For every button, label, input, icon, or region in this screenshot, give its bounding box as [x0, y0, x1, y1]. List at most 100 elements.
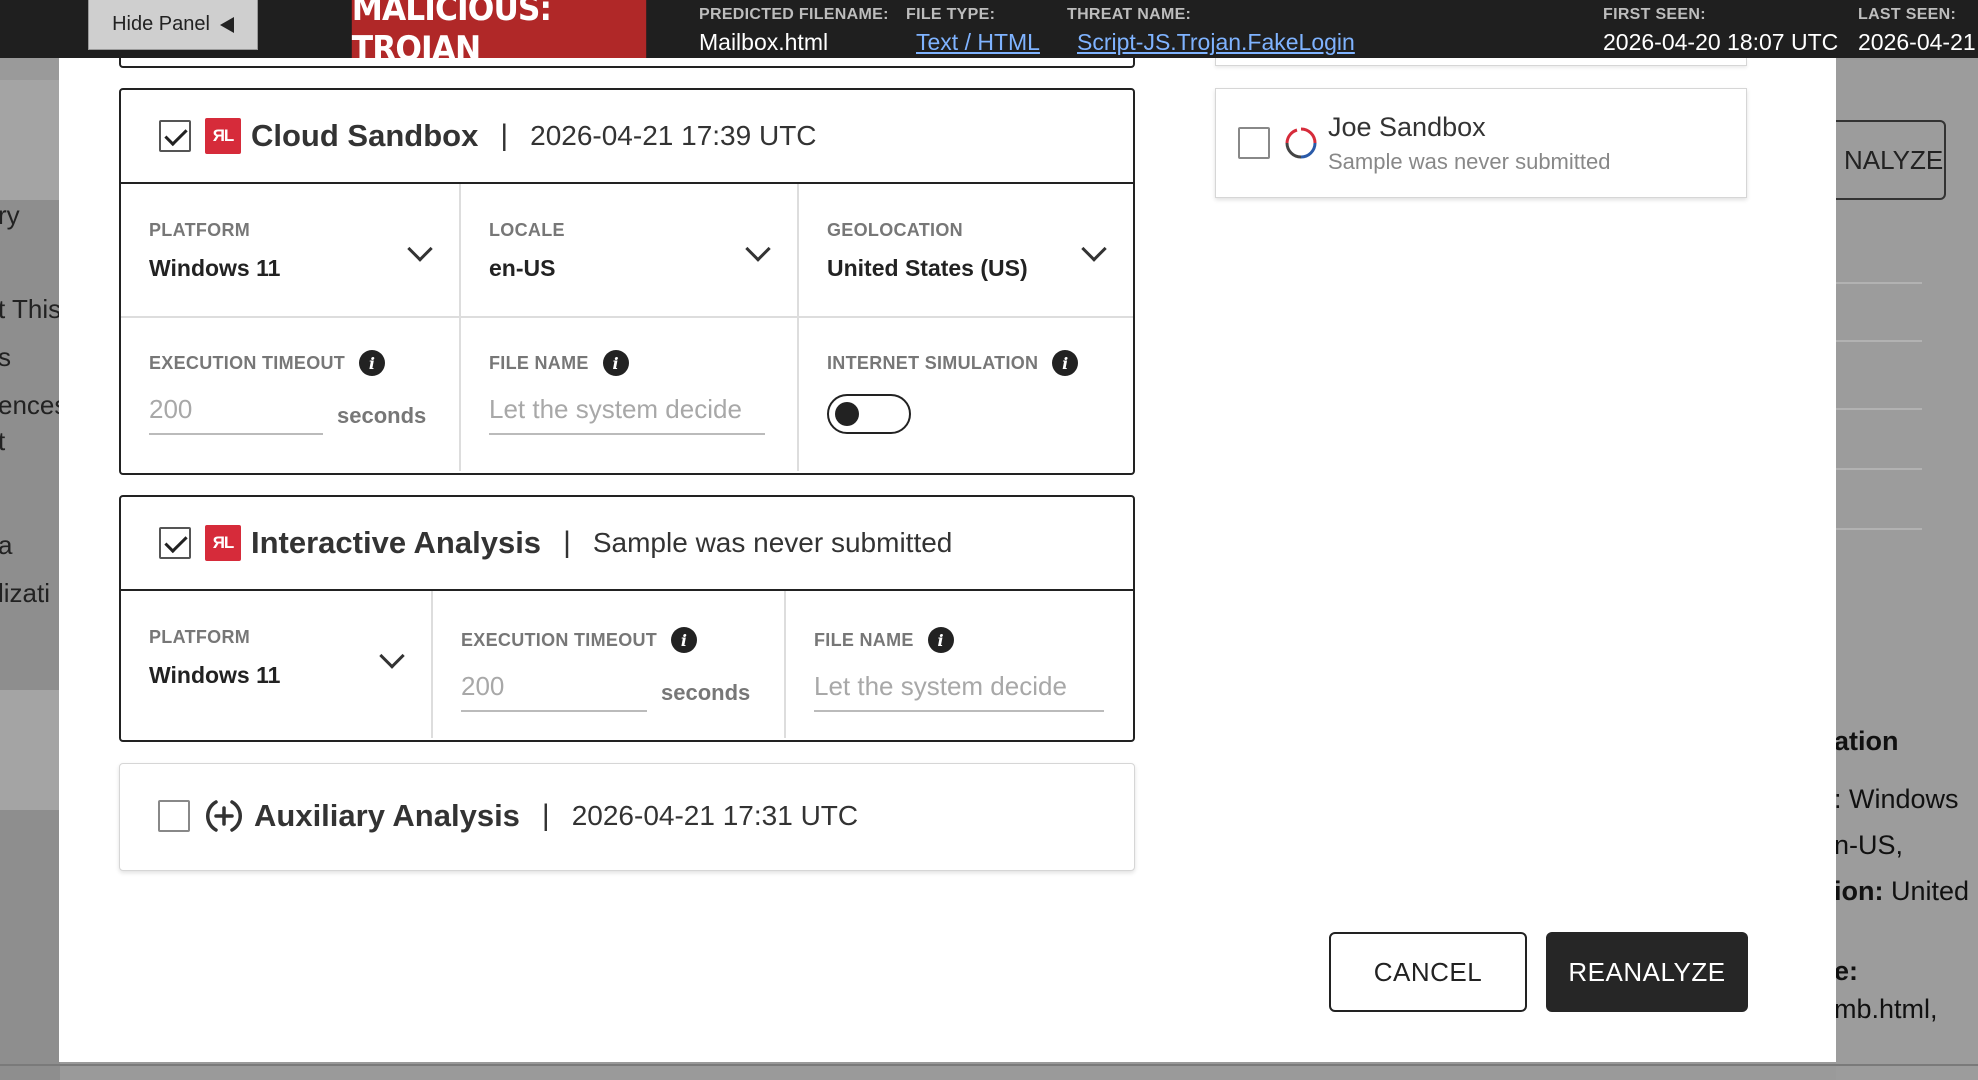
previous-card-edge [1215, 58, 1747, 66]
last-seen-label: LAST SEEN: [1858, 6, 1957, 23]
background-divider [1836, 340, 1922, 342]
info-icon[interactable]: i [671, 627, 698, 653]
info-icon[interactable]: i [602, 350, 629, 376]
cloud-sandbox-title: Cloud Sandbox [251, 118, 479, 153]
file-type-label: FILE TYPE: [906, 6, 996, 23]
joe-sandbox-card: Joe Sandbox Sample was never submitted [1215, 88, 1747, 198]
last-seen: LAST SEEN: 2026-04-21 [1858, 6, 1976, 56]
background-heading: ation [1834, 726, 1899, 756]
verdict-badge: MALICIOUS: TROJAN [351, 0, 647, 69]
background-bold-text: ion: [1834, 876, 1884, 906]
interactive-analysis-checkbox[interactable] [159, 527, 191, 559]
cloud-sandbox-header: ЯL Cloud Sandbox | 2026-04-21 17:39 UTC [121, 90, 1133, 184]
auxiliary-analysis-date: 2026-04-21 17:31 UTC [571, 800, 859, 831]
background-text: ion: United [1834, 876, 1969, 907]
info-icon[interactable]: i [1052, 350, 1079, 376]
interactive-analysis-status: Sample was never submitted [592, 527, 953, 558]
cloud-sandbox-date: 2026-04-21 17:39 UTC [530, 120, 817, 151]
title-separator: | [541, 799, 550, 832]
title-separator: | [500, 119, 509, 152]
timeout-unit: seconds [661, 680, 751, 705]
threat-name: THREAT NAME: Script-JS.Trojan.FakeLogin [1067, 6, 1355, 56]
hide-panel-button[interactable]: Hide Panel [88, 0, 258, 50]
platform-dropdown[interactable]: PLATFORM Windows 11 [121, 184, 459, 316]
reversinglabs-logo-icon: ЯL [205, 118, 241, 154]
triangle-left-icon [219, 16, 234, 33]
interactive-file-name-input[interactable] [814, 667, 1104, 712]
interactive-execution-timeout-field: EXECUTION TIMEOUT i seconds [431, 591, 784, 738]
cloud-sandbox-checkbox[interactable] [159, 120, 191, 152]
first-seen: FIRST SEEN: 2026-04-20 18:07 UTC [1603, 6, 1838, 56]
interactive-file-name-field: FILE NAME i [784, 591, 1133, 738]
auxiliary-analysis-checkbox[interactable] [158, 800, 190, 832]
geolocation-dropdown[interactable]: GEOLOCATION United States (US) [797, 184, 1133, 316]
file-type-link[interactable]: Text / HTML [916, 29, 1040, 55]
joe-sandbox-logo-icon [1285, 127, 1317, 159]
interactive-analysis-settings-row: PLATFORM Windows 11 EXECUTION TIMEOUT i … [121, 591, 1133, 738]
first-seen-label: FIRST SEEN: [1603, 6, 1706, 23]
interactive-analysis-card: ЯL Interactive Analysis | Sample was nev… [119, 495, 1135, 742]
last-seen-value: 2026-04-21 [1858, 29, 1976, 55]
interactive-analysis-title: Interactive Analysis [251, 525, 542, 560]
background-text: t This [0, 294, 62, 324]
predicted-filename-label: PREDICTED FILENAME: [699, 6, 889, 23]
first-seen-value: 2026-04-20 18:07 UTC [1603, 29, 1839, 55]
auxiliary-analysis-title: Auxiliary Analysis [254, 798, 520, 833]
locale-dropdown[interactable]: LOCALE en-US [459, 184, 797, 316]
predicted-filename-value: Mailbox.html [699, 29, 829, 55]
cloud-sandbox-options-row: EXECUTION TIMEOUT i seconds FILE NAME i … [121, 316, 1133, 471]
interactive-platform-dropdown[interactable]: PLATFORM Windows 11 [121, 591, 431, 738]
cancel-button[interactable]: CANCEL [1329, 932, 1527, 1012]
background-text: s [0, 342, 11, 372]
background-divider [1836, 468, 1922, 470]
plus-circle-icon [206, 800, 242, 832]
execution-timeout-field: EXECUTION TIMEOUT i seconds [121, 318, 459, 471]
execution-timeout-input[interactable] [149, 390, 323, 435]
background-text: ences [0, 390, 68, 420]
joe-sandbox-checkbox[interactable] [1238, 127, 1270, 159]
predicted-filename: PREDICTED FILENAME: Mailbox.html [699, 6, 889, 56]
background-analyze-label: NALYZE [1844, 145, 1944, 175]
interactive-execution-timeout-input[interactable] [461, 667, 647, 712]
title-separator: | [563, 526, 571, 559]
platform-value: Windows 11 [149, 255, 281, 281]
hide-panel-label: Hide Panel [112, 13, 210, 35]
background-text: n-US, [1834, 830, 1904, 860]
info-icon[interactable]: i [927, 627, 954, 653]
background-text: : Windows [1834, 784, 1959, 814]
platform-label: PLATFORM [149, 220, 251, 240]
background-strip [0, 80, 60, 200]
joe-sandbox-status: Sample was never submitted [1328, 148, 1611, 174]
background-text: a [0, 530, 13, 560]
info-icon[interactable]: i [359, 350, 386, 376]
background-right-panel: NALYZE ation : Windows n-US, ion: United… [1806, 60, 1978, 1080]
file-type: FILE TYPE: Text / HTML [906, 6, 1040, 56]
locale-value: en-US [489, 255, 556, 281]
reanalyze-button[interactable]: REANALYZE [1546, 932, 1748, 1012]
file-name-label: FILE NAME [814, 629, 914, 650]
threat-name-link[interactable]: Script-JS.Trojan.FakeLogin [1077, 29, 1355, 55]
cloud-sandbox-card: ЯL Cloud Sandbox | 2026-04-21 17:39 UTC … [119, 88, 1135, 475]
background-divider [1836, 408, 1922, 410]
geolocation-label: GEOLOCATION [827, 220, 963, 240]
platform-value: Windows 11 [149, 662, 281, 688]
interactive-analysis-header: ЯL Interactive Analysis | Sample was nev… [121, 497, 1133, 591]
background-text: e: [1834, 956, 1859, 986]
cloud-sandbox-settings-row: PLATFORM Windows 11 LOCALE en-US GEOLOCA… [121, 184, 1133, 316]
background-left-panel: ry t This s ences t a lizati [0, 80, 67, 1080]
locale-label: LOCALE [489, 220, 565, 240]
threat-name-label: THREAT NAME: [1067, 6, 1192, 23]
internet-simulation-toggle[interactable] [827, 394, 911, 434]
previous-card-edge [119, 58, 1135, 68]
background-text: mb.html, [1834, 994, 1938, 1024]
file-name-input[interactable] [489, 390, 765, 435]
file-name-label: FILE NAME [489, 352, 589, 373]
background-strip [0, 690, 60, 810]
reversinglabs-logo-icon: ЯL [205, 525, 241, 561]
background-text: ry [0, 200, 20, 230]
internet-simulation-field: INTERNET SIMULATION i [797, 318, 1133, 471]
file-name-field: FILE NAME i [459, 318, 797, 471]
internet-simulation-label: INTERNET SIMULATION [827, 352, 1039, 373]
background-text: t [0, 426, 6, 456]
auxiliary-analysis-header: Auxiliary Analysis | 2026-04-21 17:31 UT… [120, 764, 1134, 868]
